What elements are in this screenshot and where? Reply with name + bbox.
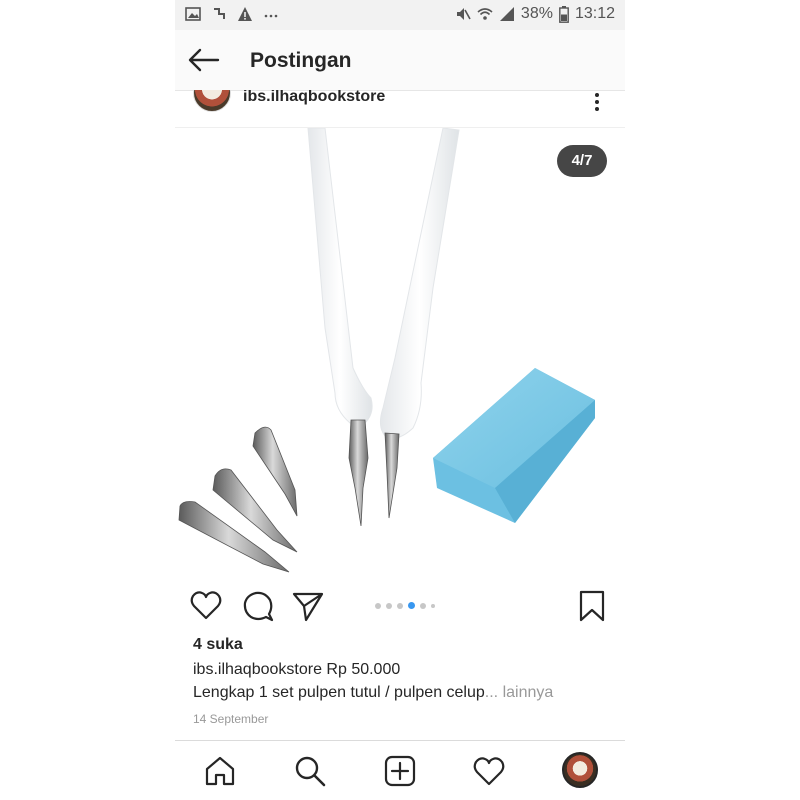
notification-icon [214, 8, 225, 19]
wifi-icon [477, 8, 493, 20]
carousel-dot [386, 602, 392, 609]
page-title: Postingan [250, 49, 352, 72]
caption-username[interactable]: ibs.ilhaqbookstore [193, 661, 322, 678]
bottom-nav [175, 740, 625, 800]
caption-description: Lengkap 1 set pulpen tutul / pulpen celu… [193, 684, 553, 702]
battery-percent: 38% [520, 5, 553, 22]
carousel-indicator [375, 602, 435, 609]
post-actions [175, 585, 625, 627]
search-icon[interactable] [292, 753, 328, 789]
product-image [178, 128, 595, 573]
like-heart-icon[interactable] [189, 589, 223, 623]
more-link[interactable]: ... lainnya [485, 684, 553, 701]
post-date: 14 September [193, 712, 269, 726]
signal-icon [499, 7, 514, 21]
bookmark-icon[interactable] [575, 589, 609, 623]
carousel-dot [420, 602, 426, 609]
avatar[interactable] [193, 90, 231, 112]
carousel-dot [397, 602, 403, 609]
more-dots-icon [264, 14, 278, 18]
post-header: ibs.ilhaqbookstore [175, 90, 625, 128]
carousel-dot [431, 603, 435, 608]
warning-icon [238, 7, 252, 21]
profile-avatar[interactable] [562, 752, 598, 788]
status-bar: 38% 13:12 [175, 0, 625, 30]
image-icon [185, 7, 201, 21]
mute-icon [456, 8, 471, 20]
back-arrow-icon[interactable] [185, 44, 225, 76]
clock: 13:12 [574, 5, 615, 22]
instagram-app: 38% 13:12 Postingan ibs.ilhaqbookstore 4… [175, 0, 625, 800]
home-icon[interactable] [202, 753, 238, 789]
carousel-counter: 4/7 [557, 145, 607, 177]
top-header: Postingan [175, 30, 625, 91]
battery-icon [559, 5, 569, 23]
caption-text: Rp 50.000 [321, 661, 401, 678]
comment-icon[interactable] [241, 589, 275, 623]
likes-count[interactable]: 4 suka [193, 636, 243, 654]
loose-nibs [178, 426, 298, 573]
carousel-dot-active [408, 602, 415, 609]
post-photo[interactable]: 4/7 [175, 128, 625, 578]
description-text: Lengkap 1 set pulpen tutul / pulpen celu… [193, 684, 485, 701]
share-send-icon[interactable] [291, 589, 325, 623]
carousel-dot [375, 602, 381, 609]
post-username[interactable]: ibs.ilhaqbookstore [243, 90, 385, 106]
more-options-icon[interactable] [587, 90, 607, 114]
activity-heart-icon[interactable] [471, 753, 507, 789]
caption: ibs.ilhaqbookstore Rp 50.000 [193, 661, 400, 679]
new-post-icon[interactable] [382, 753, 418, 789]
